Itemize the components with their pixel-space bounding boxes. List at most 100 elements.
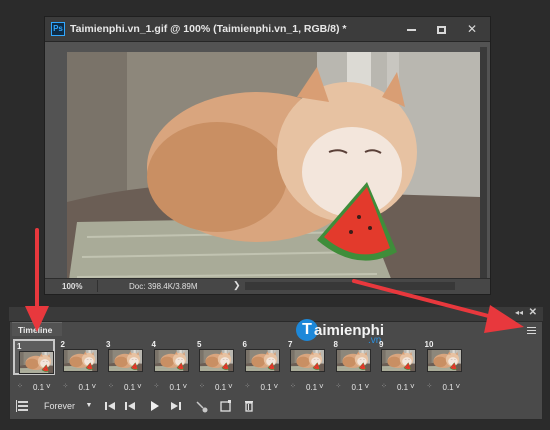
frame-thumbnail (199, 349, 234, 372)
duplicate-frame-icon[interactable] (219, 397, 233, 415)
zoom-level[interactable]: 100% (62, 282, 82, 291)
timeline-frame[interactable]: 5 (195, 339, 237, 375)
timeline-frame[interactable]: 7 (286, 339, 328, 375)
timeline-frame[interactable]: 8 (332, 339, 374, 375)
frame-disposal-icon[interactable]: ⁘ (245, 382, 251, 390)
frame-delay-value: 0.1 (397, 383, 409, 392)
frame-delay-value: 0.1 (260, 383, 272, 392)
cat-eating-watermelon-image (67, 52, 480, 294)
status-menu-button[interactable]: ❯ (233, 280, 241, 291)
frame-delay-select[interactable]: ⁘ 0.1 ˅ (286, 382, 328, 393)
panel-header: ◂◂ ✕ (9, 307, 543, 321)
frame-disposal-icon[interactable]: ⁘ (199, 382, 205, 390)
frame-delay-value: 0.1 (33, 383, 45, 392)
loop-options-select[interactable]: Forever (41, 397, 89, 415)
chevron-down-icon: ˅ (410, 382, 415, 391)
panel-close-icon[interactable]: ✕ (529, 307, 537, 318)
frame-delay-value: 0.1 (306, 383, 318, 392)
chevron-down-icon[interactable]: ▼ (84, 397, 94, 415)
timeline-frame[interactable]: 1 (13, 339, 55, 375)
frame-delay-select[interactable]: ⁘ 0.1 ˅ (150, 382, 192, 393)
frame-delay-select[interactable]: ⁘ 0.1 ˅ (377, 382, 419, 393)
status-divider (97, 280, 98, 292)
timeline-frame[interactable]: 9 (377, 339, 419, 375)
frame-disposal-icon[interactable]: ⁘ (108, 382, 114, 390)
frame-thumbnail (290, 349, 325, 372)
frame-thumbnail (244, 349, 280, 372)
chevron-down-icon: ˅ (182, 382, 188, 391)
chevron-down-icon: ˅ (273, 382, 279, 391)
frame-thumbnail (153, 349, 189, 372)
close-window-button[interactable]: ✕ (457, 17, 487, 41)
timeline-frame[interactable]: 3 (104, 339, 146, 375)
chevron-down-icon: ˅ (364, 382, 370, 391)
frame-number: 10 (424, 340, 434, 349)
chevron-down-icon: ˅ (46, 382, 51, 391)
chevron-down-icon: ˅ (137, 382, 142, 391)
frame-number: 9 (379, 340, 384, 349)
next-frame-icon[interactable] (169, 397, 183, 415)
frame-delay-value: 0.1 (124, 383, 136, 392)
frame-delay-select[interactable]: ⁘ 0.1 ˅ (195, 382, 237, 393)
frame-thumbnail (381, 349, 416, 372)
frame-number: 5 (197, 340, 202, 349)
convert-frames-icon[interactable] (15, 397, 31, 415)
frame-delay-select[interactable]: ⁘ 0.1 ˅ (241, 382, 283, 393)
document-size-info: Doc: 398.4K/3.89M (129, 282, 198, 291)
status-bar: 100% Doc: 398.4K/3.89M ❯ (45, 278, 490, 294)
frame-delay-value: 0.1 (442, 383, 454, 392)
maximize-button[interactable] (426, 17, 456, 41)
frame-number: 2 (60, 340, 65, 349)
timeline-frame[interactable]: 4 (150, 339, 192, 375)
collapse-icon[interactable]: ◂◂ (515, 308, 523, 317)
frame-thumbnail (426, 349, 462, 372)
frame-number: 4 (151, 340, 156, 349)
frame-disposal-icon[interactable]: ⁘ (381, 382, 387, 390)
previous-frame-icon[interactable] (123, 397, 137, 415)
minimize-icon (406, 28, 416, 31)
frame-strip: 1 ⁘ 0.1 ˅ 2 ⁘ 0.1 ˅ 3 ⁘ 0.1 ˅ 4 ⁘ 0.1 ˅ 5 ⁘ 0.1 ˅ 6 ⁘ 0.1 ˅ 7 ⁘ 0.… (13, 339, 473, 397)
frame-thumbnail (108, 349, 143, 372)
frame-number: 1 (17, 342, 22, 351)
timeline-frame[interactable]: 6 (241, 339, 283, 375)
frame-disposal-icon[interactable]: ⁘ (336, 382, 342, 390)
document-title: Taimienphi.vn_1.gif @ 100% (Taimienphi.v… (70, 23, 347, 35)
timeline-frame[interactable]: 10 (423, 339, 465, 375)
frame-delay-select[interactable]: ⁘ 0.1 ˅ (104, 382, 146, 393)
frame-delay-select[interactable]: ⁘ 0.1 ˅ (423, 382, 465, 393)
canvas-image[interactable] (67, 52, 480, 294)
minimize-button[interactable] (396, 17, 426, 41)
chevron-down-icon: ˅ (228, 382, 233, 391)
play-icon[interactable] (147, 397, 161, 415)
document-window: Ps Taimienphi.vn_1.gif @ 100% (Taimienph… (44, 16, 491, 295)
frame-thumbnail (335, 349, 371, 372)
timeline-frame[interactable]: 2 (59, 339, 101, 375)
frame-disposal-icon[interactable]: ⁘ (63, 382, 69, 390)
frame-delay-value: 0.1 (169, 383, 181, 392)
first-frame-icon[interactable] (103, 397, 117, 415)
delete-frame-icon[interactable] (242, 397, 256, 415)
frame-delay-select[interactable]: ⁘ 0.1 ˅ (332, 382, 374, 393)
frame-disposal-icon[interactable]: ⁘ (290, 382, 296, 390)
chevron-down-icon: ˅ (91, 382, 97, 391)
document-title-bar[interactable]: Ps Taimienphi.vn_1.gif @ 100% (Taimienph… (45, 17, 490, 42)
tween-icon[interactable] (195, 397, 209, 415)
tab-timeline[interactable]: Timeline (12, 322, 62, 336)
frame-number: 8 (333, 340, 338, 349)
chevron-down-icon: ˅ (455, 382, 461, 391)
frame-thumbnail (19, 351, 54, 374)
frame-number: 6 (242, 340, 247, 349)
frame-delay-select[interactable]: ⁘ 0.1 ˅ (59, 382, 101, 393)
vertical-scrollbar[interactable] (480, 47, 487, 289)
frame-disposal-icon[interactable]: ⁘ (154, 382, 160, 390)
frame-delay-value: 0.1 (351, 383, 363, 392)
horizontal-scrollbar[interactable] (245, 282, 455, 290)
frame-delay-value: 0.1 (215, 383, 227, 392)
panel-menu-icon[interactable] (527, 327, 536, 334)
frame-delay-select[interactable]: ⁘ 0.1 ˅ (13, 382, 55, 393)
frame-disposal-icon[interactable]: ⁘ (17, 382, 23, 390)
frame-delay-value: 0.1 (78, 383, 90, 392)
frame-disposal-icon[interactable]: ⁘ (427, 382, 433, 390)
timeline-controls: Forever ▼ (13, 397, 273, 415)
maximize-icon (436, 25, 446, 34)
